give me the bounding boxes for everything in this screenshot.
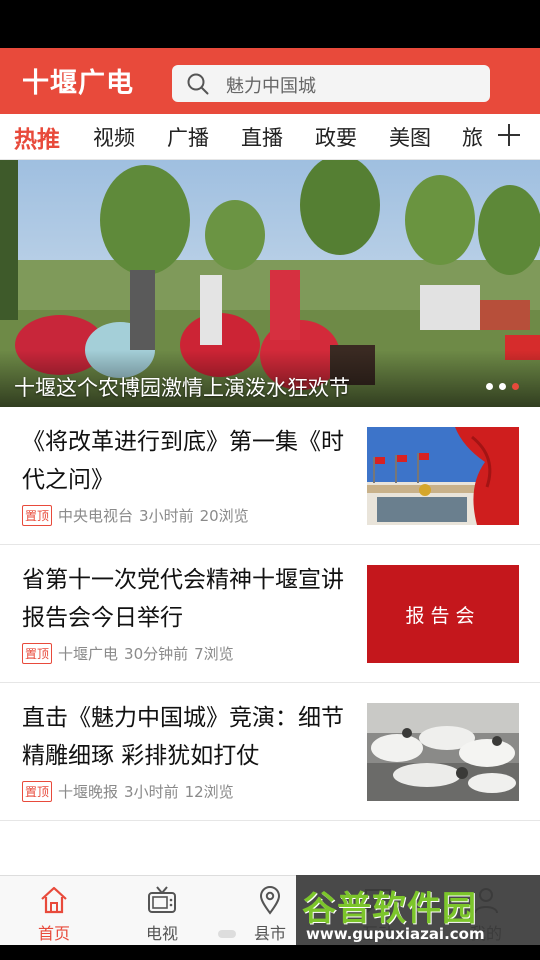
app-title: 十堰广电 [22,68,134,99]
pinned-badge: 置顶 [22,643,53,664]
thumbnail-text: 报告会 [405,605,481,627]
search-icon [187,73,209,95]
news-meta: 置顶 中央电视台 3小时前 20浏览 [22,505,255,526]
system-navigation-bar [0,945,540,960]
tab-radio[interactable]: 广播 [167,122,209,152]
news-item[interactable]: 省第十一次党代会精神十堰宣讲报告会今日举行 置顶 十堰广电 30分钟前 7浏览 报告会 [0,545,540,683]
home-icon [41,886,67,914]
news-time: 30分钟前 [124,645,189,663]
tab-hot[interactable]: 热推 [14,120,60,154]
gesture-indicator [218,930,236,938]
news-views: 20浏览 [199,507,249,525]
search-input[interactable]: 魅力中国城 [172,65,490,102]
nav-label: 首页 [37,924,70,943]
watermark-url: www.gupuxiazai.com [306,925,485,943]
news-meta: 置顶 十堰晚报 3小时前 12浏览 [22,781,240,802]
category-tabs: 热推 视频 广播 直播 政要 美图 旅 [0,114,540,160]
carousel-dot-active [512,383,519,390]
news-views: 7浏览 [194,645,234,663]
news-source: 十堰广电 [58,645,119,663]
news-thumbnail: 报告会 [367,565,519,663]
pinned-badge: 置顶 [22,781,53,802]
search-placeholder: 魅力中国城 [226,76,316,97]
tab-travel-clip: 旅 [462,114,484,159]
news-views: 12浏览 [184,783,234,801]
tab-travel[interactable]: 旅 [462,122,483,152]
carousel-dot [499,383,506,390]
tab-photos[interactable]: 美图 [389,122,431,152]
plus-icon[interactable] [492,118,526,152]
news-title: 省第十一次党代会精神十堰宣讲报告会今日举行 [22,567,344,631]
news-source: 中央电视台 [58,507,134,525]
banner-carousel[interactable]: 十堰这个农博园激情上演泼水狂欢节 [0,160,540,407]
banner-photo [0,160,540,407]
news-item[interactable]: 《将改革进行到底》第一集《时代之问》 置顶 中央电视台 3小时前 20浏览 [0,407,540,545]
nav-tv[interactable]: 电视 [108,876,216,946]
app-header: 十堰广电 魅力中国城 [0,48,540,114]
tab-politics[interactable]: 政要 [315,122,357,152]
watermark-title: 谷普软件园 [302,889,477,929]
carousel-dot [486,383,493,390]
nav-home[interactable]: 首页 [0,876,108,946]
news-time: 3小时前 [124,783,179,801]
news-title: 直击《魅力中国城》竞演：细节精雕细琢 彩排犹如打仗 [22,705,344,769]
location-icon [259,886,281,915]
news-item[interactable]: 直击《魅力中国城》竞演：细节精雕细琢 彩排犹如打仗 置顶 十堰晚报 3小时前 12浏览 [0,683,540,821]
status-bar [0,0,540,48]
news-time: 3小时前 [139,507,194,525]
banner-caption: 十堰这个农博园激情上演泼水狂欢节 [14,376,350,400]
pinned-badge: 置顶 [22,505,53,526]
news-meta: 置顶 十堰广电 30分钟前 7浏览 [22,643,240,664]
tab-live[interactable]: 直播 [241,122,283,152]
tv-icon [148,886,176,913]
news-thumbnail [367,703,519,801]
news-thumbnail [367,427,519,525]
nav-label: 电视 [145,924,178,943]
news-source: 十堰晚报 [58,783,119,801]
news-title: 《将改革进行到底》第一集《时代之问》 [22,429,344,493]
tab-video[interactable]: 视频 [93,122,135,152]
watermark-logo: 谷普软件园 www.gupuxiazai.com [296,875,540,947]
